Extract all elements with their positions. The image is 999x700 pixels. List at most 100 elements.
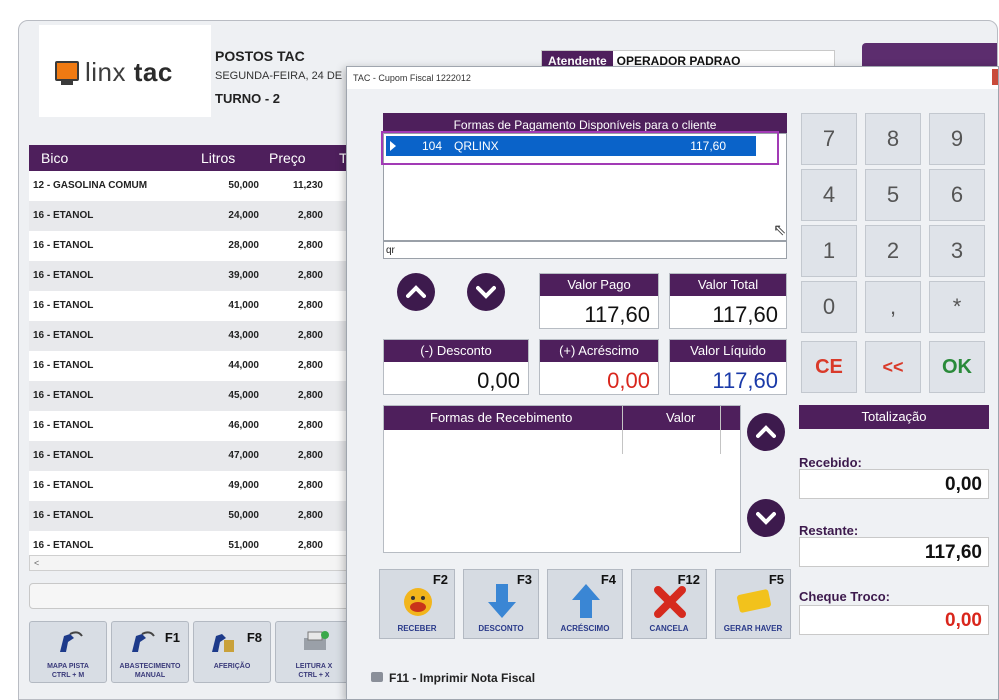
abastecimento-manual-button[interactable]: F1 ABASTECIMENTO MANUAL <box>111 621 189 683</box>
fuel-cell-preco: 2,800 <box>297 270 323 281</box>
key-6-button[interactable]: 6 <box>929 169 985 221</box>
dialog-title: TAC - Cupom Fiscal 1222012 <box>347 67 998 89</box>
fuel-row[interactable]: 16 - ETANOL 47,000 2,800 <box>29 441 359 471</box>
selection-highlight <box>381 131 779 165</box>
fuel-row[interactable]: 16 - ETANOL 28,000 2,800 <box>29 231 359 261</box>
f8-key-label: F8 <box>246 630 262 645</box>
key-3-button[interactable]: 3 <box>929 225 985 277</box>
key-comma-button[interactable]: , <box>865 281 921 333</box>
scroll-left-arrow[interactable]: < <box>34 558 39 568</box>
payment-filter-input[interactable]: qr <box>383 241 787 259</box>
key-ok-button[interactable]: OK <box>929 341 985 393</box>
smiley-icon <box>404 588 432 616</box>
fuel-rows: 12 - GASOLINA COMUM 50,000 11,230 16 - ETAN… <box>29 171 359 561</box>
fuel-cell-bico: 16 - ETANOL <box>33 540 94 551</box>
key-7-button[interactable]: 7 <box>801 113 857 165</box>
receber-button[interactable]: F2 RECEBER <box>379 569 455 639</box>
fuel-cell-litros: 41,000 <box>228 300 259 311</box>
leitura-x-shortcut: CTRL + X <box>298 672 330 679</box>
receipt-scroll-down-button[interactable] <box>747 499 785 537</box>
receipt-forms-grid[interactable]: Formas de Recebimento Valor <box>383 405 741 553</box>
leitura-x-button[interactable]: LEITURA X CTRL + X <box>275 621 353 683</box>
fuel-cell-preco: 11,230 <box>292 180 323 191</box>
fuel-cell-litros: 28,000 <box>228 240 259 251</box>
fuel-cell-litros: 24,000 <box>228 210 259 221</box>
desconto-value[interactable]: 0,00 <box>384 362 528 394</box>
close-icon <box>654 586 686 618</box>
voucher-icon <box>737 589 771 613</box>
fuel-row[interactable]: 16 - ETANOL 45,000 2,800 <box>29 381 359 411</box>
key-9-button[interactable]: 9 <box>929 113 985 165</box>
fuel-table-header: Bico Litros Preço To <box>29 145 359 171</box>
fuel-cell-bico: 16 - ETANOL <box>33 390 94 401</box>
print-invoice-link[interactable]: F11 - Imprimir Nota Fiscal <box>389 671 535 685</box>
fuel-row[interactable]: 16 - ETANOL 41,000 2,800 <box>29 291 359 321</box>
valor-liquido-box: Valor Líquido 117,60 <box>669 339 787 395</box>
fuel-cell-preco: 2,800 <box>297 390 323 401</box>
arrow-down-icon <box>488 584 516 618</box>
receipt-scroll-up-button[interactable] <box>747 413 785 451</box>
receipt-grid-header: Formas de Recebimento Valor <box>384 406 740 430</box>
fuel-cell-preco: 2,800 <box>297 300 323 311</box>
fuel-row[interactable]: 16 - ETANOL 39,000 2,800 <box>29 261 359 291</box>
acrescimo-value[interactable]: 0,00 <box>540 362 658 394</box>
logo: linx tac <box>39 25 211 117</box>
fuel-cell-litros: 49,000 <box>228 480 259 491</box>
fuel-row[interactable]: 12 - GASOLINA COMUM 50,000 11,230 <box>29 171 359 201</box>
fuel-row[interactable]: 16 - ETANOL 44,000 2,800 <box>29 351 359 381</box>
scroll-up-button[interactable] <box>397 273 435 311</box>
fuel-row[interactable]: 16 - ETANOL 50,000 2,800 <box>29 501 359 531</box>
abastecimento-label-2: MANUAL <box>134 672 166 679</box>
recebido-label: Recebido: <box>799 455 862 470</box>
desconto-action-label: DESCONTO <box>478 624 524 633</box>
close-button[interactable] <box>992 69 998 85</box>
restante-label: Restante: <box>799 523 859 538</box>
fuel-cell-bico: 16 - ETANOL <box>33 480 94 491</box>
cancela-button[interactable]: F12 CANCELA <box>631 569 707 639</box>
fuel-cell-bico: 16 - ETANOL <box>33 240 94 251</box>
arrow-up-icon <box>572 584 600 618</box>
afericao-button[interactable]: F8 AFERIÇÃO <box>193 621 271 683</box>
key-1-button[interactable]: 1 <box>801 225 857 277</box>
mouse-cursor-icon: ⇖ <box>773 222 787 239</box>
fuel-cell-preco: 2,800 <box>297 510 323 521</box>
mapa-pista-button[interactable]: MAPA PISTA CTRL + M <box>29 621 107 683</box>
fuel-row[interactable]: 16 - ETANOL 49,000 2,800 <box>29 471 359 501</box>
desconto-button[interactable]: F3 DESCONTO <box>463 569 539 639</box>
acrescimo-button[interactable]: F4 ACRÉSCIMO <box>547 569 623 639</box>
valor-total-box: Valor Total 117,60 <box>669 273 787 329</box>
fuel-row[interactable]: 16 - ETANOL 46,000 2,800 <box>29 411 359 441</box>
key-5-button[interactable]: 5 <box>865 169 921 221</box>
acrescimo-action-label: ACRÉSCIMO <box>560 624 610 633</box>
fuel-cell-litros: 43,000 <box>228 330 259 341</box>
key-ce-button[interactable]: CE <box>801 341 857 393</box>
cancela-label: CANCELA <box>649 624 689 633</box>
horizontal-scrollbar[interactable]: < <box>29 555 359 571</box>
fuel-cell-preco: 2,800 <box>297 240 323 251</box>
fuel-cell-litros: 39,000 <box>228 270 259 281</box>
desconto-box: (-) Desconto 0,00 <box>383 339 529 395</box>
f1-key-label: F1 <box>164 630 180 645</box>
fuel-cell-litros: 46,000 <box>228 420 259 431</box>
logo-suffix: tac <box>133 57 173 87</box>
fuel-cell-litros: 47,000 <box>228 450 259 461</box>
gerar-haver-button[interactable]: F5 GERAR HAVER <box>715 569 791 639</box>
key-8-button[interactable]: 8 <box>865 113 921 165</box>
fuel-row[interactable]: 16 - ETANOL 24,000 2,800 <box>29 201 359 231</box>
key-0-button[interactable]: 0 <box>801 281 857 333</box>
fuel-cell-bico: 16 - ETANOL <box>33 360 94 371</box>
fuel-cell-bico: 16 - ETANOL <box>33 300 94 311</box>
fuel-row[interactable]: 16 - ETANOL 43,000 2,800 <box>29 321 359 351</box>
desconto-label: (-) Desconto <box>384 340 528 362</box>
gerar-haver-label: GERAR HAVER <box>723 624 783 633</box>
fuel-cell-bico: 16 - ETANOL <box>33 330 94 341</box>
fuel-cell-bico: 16 - ETANOL <box>33 510 94 521</box>
scroll-down-button[interactable] <box>467 273 505 311</box>
key-backspace-button[interactable]: << <box>865 341 921 393</box>
key-asterisk-button[interactable]: * <box>929 281 985 333</box>
leitura-x-label: LEITURA X <box>295 663 333 670</box>
valor-liquido-value: 117,60 <box>712 368 778 393</box>
date-line: SEGUNDA-FEIRA, 24 DE <box>215 70 343 82</box>
key-4-button[interactable]: 4 <box>801 169 857 221</box>
key-2-button[interactable]: 2 <box>865 225 921 277</box>
